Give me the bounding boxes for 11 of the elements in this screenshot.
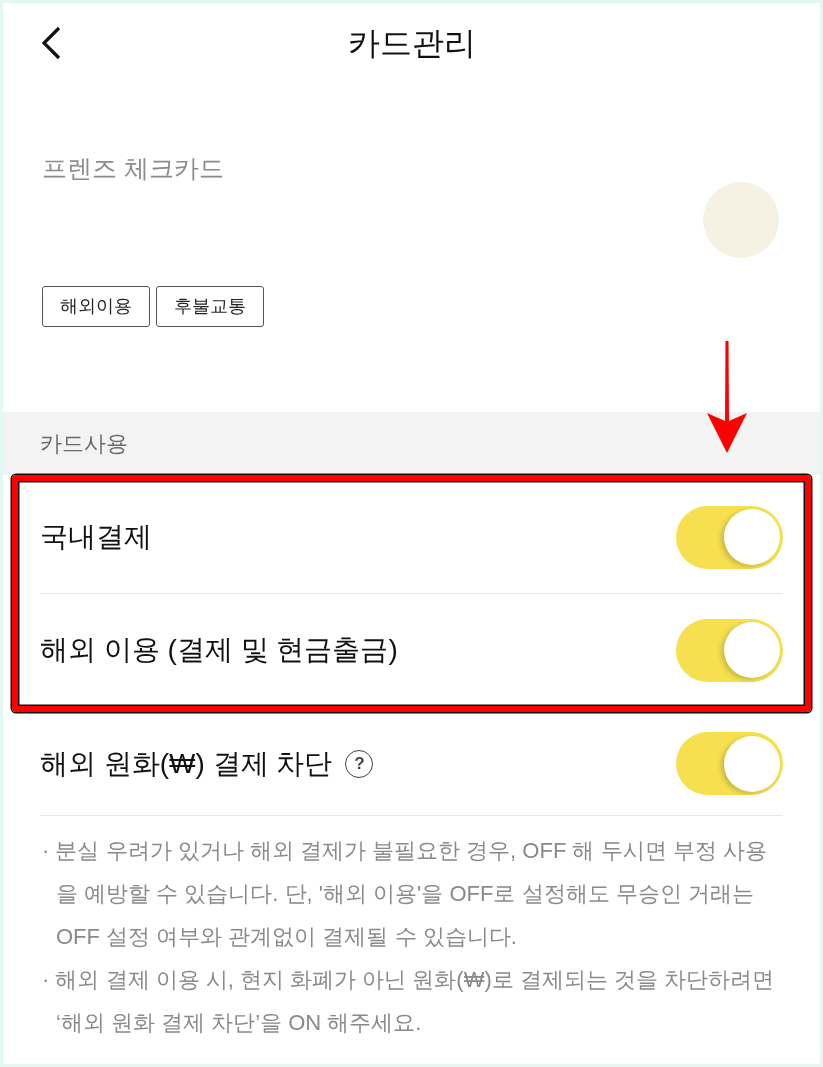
setting-label: 국내결제 bbox=[40, 520, 152, 554]
tag: 후불교통 bbox=[156, 286, 264, 327]
chevron-left-icon bbox=[40, 25, 62, 60]
setting-label: 해외 이용 (결제 및 현금출금) bbox=[40, 633, 398, 667]
tag: 해외이용 bbox=[42, 286, 150, 327]
note-text: · 해외 결제 이용 시, 현지 화폐가 아닌 원화(₩)로 결제되는 것을 차단하려면 ‘해외 원화 결제 차단’을 ON 해주세요. bbox=[42, 966, 776, 1037]
setting-label: 해외 원화(₩) 결제 차단 bbox=[40, 746, 333, 781]
note-text: · 분실 우려가 있거나 해외 결제가 불필요한 경우, OFF 해 두시면 부정 사용을 예방할 수 있습니다. 단, '해외 이용'을 OFF로 설정해도 무승인 거래는 OFF 설정 여부와 관계없이 결제될 수 있습니다. bbox=[42, 837, 768, 951]
card-name: 프렌즈 체크카드 bbox=[42, 153, 225, 184]
page-title: 카드관리 bbox=[346, 23, 477, 63]
section-title: 카드사용 bbox=[40, 430, 128, 458]
